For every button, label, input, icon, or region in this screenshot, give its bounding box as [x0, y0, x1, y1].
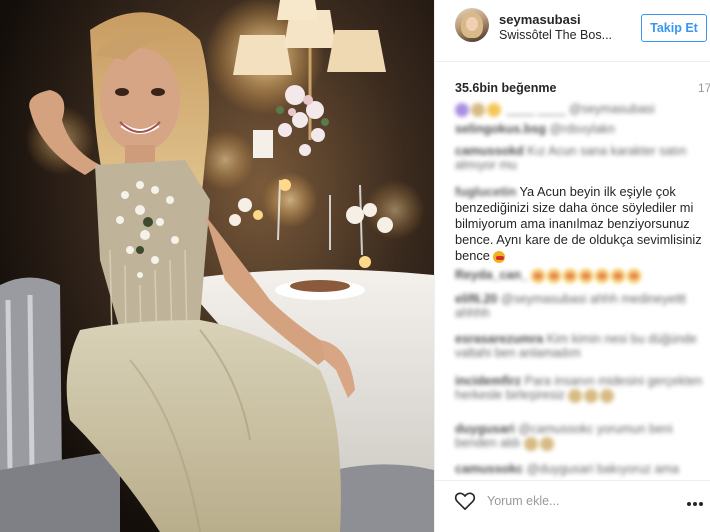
comment-username[interactable]: elif6.20	[455, 292, 497, 306]
likes-count[interactable]: 35.6bin beğenme	[455, 81, 556, 95]
comment-text: @rdsvylakn	[549, 122, 615, 136]
more-options-icon[interactable]	[687, 493, 707, 507]
comment-item: ____ ____ @seymasubasi	[455, 102, 707, 117]
post-photo-image	[0, 0, 434, 532]
comment-item: elif6.20 @seymasubasi ahhh medineyettt a…	[455, 292, 707, 320]
comment-username[interactable]: esrasarezumra	[455, 332, 543, 346]
comment-item: camussokc @duygusari bakıyoruz ama	[455, 462, 707, 476]
comment-username[interactable]: incidemfirz	[455, 374, 521, 388]
post-time[interactable]: 17s	[698, 81, 710, 95]
heart-outline-icon[interactable]	[454, 491, 476, 511]
comment-text: ____ ____ @seymasubasi	[506, 102, 655, 116]
comments-list: ____ ____ @seymasubasi selingokus.bsg @r…	[435, 96, 710, 480]
comment-username[interactable]: duygusari	[455, 422, 515, 436]
comment-item: duygusari @camussokc yorumun beni benden…	[455, 422, 707, 451]
comment-bar	[435, 480, 710, 532]
comment-username[interactable]: camussokc	[455, 462, 523, 476]
follow-button[interactable]: Takip Et	[641, 14, 707, 42]
post-header: seymasubasi Swissôtel The Bos... Takip E…	[435, 0, 710, 62]
comment-item: Reyda_can_	[455, 268, 707, 283]
comment-text: @duygusari bakıyoruz ama	[526, 462, 679, 476]
comment-username[interactable]: camussokd	[455, 144, 524, 158]
comment-item: incidemfirz Para insanın midesini gerçek…	[455, 374, 707, 403]
username-link[interactable]: seymasubasi	[499, 12, 581, 27]
comment-username[interactable]: selingokus.bsg	[455, 122, 546, 136]
location-link[interactable]: Swissôtel The Bos...	[499, 28, 612, 42]
comment-item: camussokd Kız Acun sana karakter satın a…	[455, 144, 707, 172]
comment-item: fuglucetin Ya Acun beyin ilk eşiyle çok …	[455, 184, 707, 264]
comment-item: selingokus.bsg @rdsvylakn	[455, 122, 707, 136]
post-sidebar: seymasubasi Swissôtel The Bos... Takip E…	[434, 0, 710, 532]
comment-username[interactable]: fuglucetin	[455, 184, 516, 199]
avatar[interactable]	[455, 8, 489, 42]
comment-item: esrasarezumra Kim kimin nesi bu düğünde …	[455, 332, 707, 360]
comment-input[interactable]	[487, 491, 687, 511]
post-photo[interactable]	[0, 0, 434, 532]
comment-username[interactable]: Reyda_can_	[455, 268, 528, 282]
